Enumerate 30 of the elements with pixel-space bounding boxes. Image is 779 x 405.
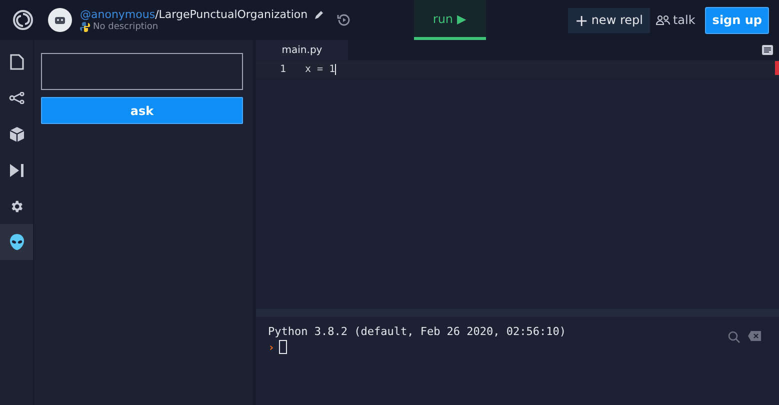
prompt-sign: › bbox=[268, 340, 275, 354]
terminal-cursor bbox=[278, 340, 287, 354]
owner-link[interactable]: @anonymous bbox=[80, 8, 156, 21]
file-tab[interactable]: main.py bbox=[256, 40, 348, 60]
new-repl-button[interactable]: + new repl bbox=[568, 8, 650, 32]
python-icon bbox=[80, 22, 90, 32]
logo-icon[interactable] bbox=[12, 9, 34, 31]
avatar-icon[interactable] bbox=[48, 8, 72, 32]
history-icon[interactable] bbox=[336, 12, 352, 28]
file-icon[interactable] bbox=[10, 54, 24, 70]
share-icon[interactable] bbox=[8, 92, 24, 104]
settings-icon[interactable] bbox=[9, 198, 24, 214]
path-separator: / bbox=[155, 8, 159, 21]
search-icon[interactable] bbox=[728, 331, 740, 343]
error-marker bbox=[775, 61, 779, 75]
menu-icon[interactable] bbox=[762, 45, 773, 55]
code-line[interactable]: x = 1 bbox=[305, 64, 336, 74]
pencil-icon[interactable] bbox=[314, 10, 324, 20]
question-field[interactable] bbox=[41, 53, 243, 90]
people-icon[interactable] bbox=[656, 15, 670, 25]
console-output: Python 3.8.2 (default, Feb 26 2020, 02:56:10) bbox=[268, 325, 566, 338]
step-icon[interactable] bbox=[10, 164, 24, 176]
repl-name: LargePunctualOrganization bbox=[158, 8, 308, 21]
cube-icon[interactable] bbox=[10, 126, 24, 142]
run-button[interactable]: run ▶ bbox=[414, 0, 486, 40]
alien-icon[interactable] bbox=[10, 234, 24, 250]
line-number: 1 bbox=[278, 64, 286, 74]
description-text[interactable]: No description bbox=[93, 22, 158, 32]
clear-icon[interactable] bbox=[748, 331, 761, 341]
talk-link[interactable]: talk bbox=[656, 13, 696, 27]
